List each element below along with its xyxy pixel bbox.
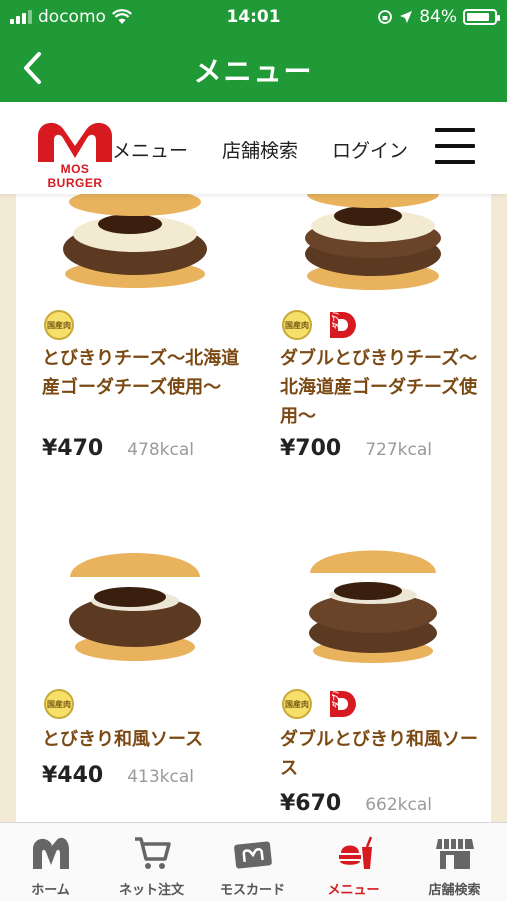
double-badge-text: ダブル <box>331 689 340 708</box>
tab-label: 店舗検索 <box>428 883 481 898</box>
double-badge-icon: ダブル <box>330 689 356 717</box>
tab-mos-card[interactable]: モスカード <box>202 823 303 901</box>
tab-home[interactable]: ホーム <box>0 823 101 901</box>
product-card[interactable]: 国産肉 とびきりチーズ〜北海道産ゴーダチーズ使用〜 ¥470 478kcal <box>30 194 240 484</box>
burger-image <box>69 553 201 661</box>
product-card[interactable]: 国産肉 ダブル ダブルとびきりチーズ〜北海道産ゴーダチーズ使用〜 ¥700 72… <box>268 194 478 484</box>
burger-image <box>305 194 441 290</box>
nav-store-search-link[interactable]: 店舗検索 <box>222 136 298 163</box>
location-icon <box>400 11 413 23</box>
status-bar: docomo 14:01 84% <box>0 0 507 36</box>
double-badge-icon: ダブル <box>330 310 356 338</box>
logo-wordmark: MOS BURGER <box>47 162 103 190</box>
site-nav: メニュー 店舗検索 ログイン <box>112 136 408 163</box>
product-price: ¥470 <box>42 436 104 461</box>
tab-label: ホーム <box>31 883 70 898</box>
app-bar: メニュー <box>0 36 507 102</box>
nav-login-link[interactable]: ログイン <box>332 136 408 163</box>
battery-icon <box>463 9 500 25</box>
site-header: MOS BURGER メニュー 店舗検索 ログイン <box>0 102 507 194</box>
domestic-beef-badge: 国産肉 <box>282 310 312 340</box>
product-calories: 478kcal <box>127 440 195 460</box>
product-calories: 662kcal <box>365 795 433 815</box>
tab-menu[interactable]: メニュー <box>303 823 404 901</box>
burger-image <box>309 550 437 663</box>
product-name: とびきりチーズ〜北海道産ゴーダチーズ使用〜 <box>42 348 240 398</box>
tab-label: ネット注文 <box>118 883 184 898</box>
cart-icon <box>135 837 171 869</box>
card-icon <box>234 841 272 869</box>
product-name: とびきり和風ソース <box>42 729 204 750</box>
product-calories: 413kcal <box>127 767 195 787</box>
bottom-tab-bar: ホーム ネット注文 モスカード メニュー 店舗検索 <box>0 822 507 901</box>
store-icon <box>436 839 474 869</box>
tab-label: メニュー <box>327 883 380 898</box>
battery-percent: 84% <box>419 7 457 27</box>
tab-store-search[interactable]: 店舗検索 <box>404 823 505 901</box>
domestic-beef-badge: 国産肉 <box>44 689 74 719</box>
product-name: ダブルとびきりチーズ〜北海道産ゴーダチーズ使用〜 <box>280 348 478 427</box>
domestic-beef-badge: 国産肉 <box>282 689 312 719</box>
tab-net-order[interactable]: ネット注文 <box>101 823 202 901</box>
page-title: メニュー <box>193 55 314 88</box>
rotation-lock-icon <box>378 10 393 24</box>
product-grid: 国産肉 とびきりチーズ〜北海道産ゴーダチーズ使用〜 ¥470 478kcal 国… <box>16 194 491 822</box>
mos-logo-icon <box>33 837 69 869</box>
product-price: ¥700 <box>280 436 342 461</box>
product-card[interactable]: 国産肉 ダブル ダブルとびきり和風ソース ¥670 662kcal <box>268 529 478 819</box>
product-calories: 727kcal <box>365 440 433 460</box>
mos-burger-logo[interactable]: MOS BURGER <box>34 118 116 190</box>
product-price: ¥440 <box>42 763 104 788</box>
product-name: ダブルとびきり和風ソース <box>280 729 478 779</box>
product-price: ¥670 <box>280 791 342 816</box>
product-card[interactable]: 国産肉 とびきり和風ソース ¥440 413kcal <box>30 529 240 819</box>
tab-label: モスカード <box>219 883 285 898</box>
mos-m-logo-icon <box>38 122 112 162</box>
burger-drink-icon <box>339 836 373 869</box>
burger-image <box>63 194 207 288</box>
double-badge-text: ダブル <box>331 310 340 329</box>
hamburger-menu-icon[interactable] <box>435 128 475 164</box>
nav-menu-link[interactable]: メニュー <box>112 136 188 163</box>
domestic-beef-badge: 国産肉 <box>44 310 74 340</box>
